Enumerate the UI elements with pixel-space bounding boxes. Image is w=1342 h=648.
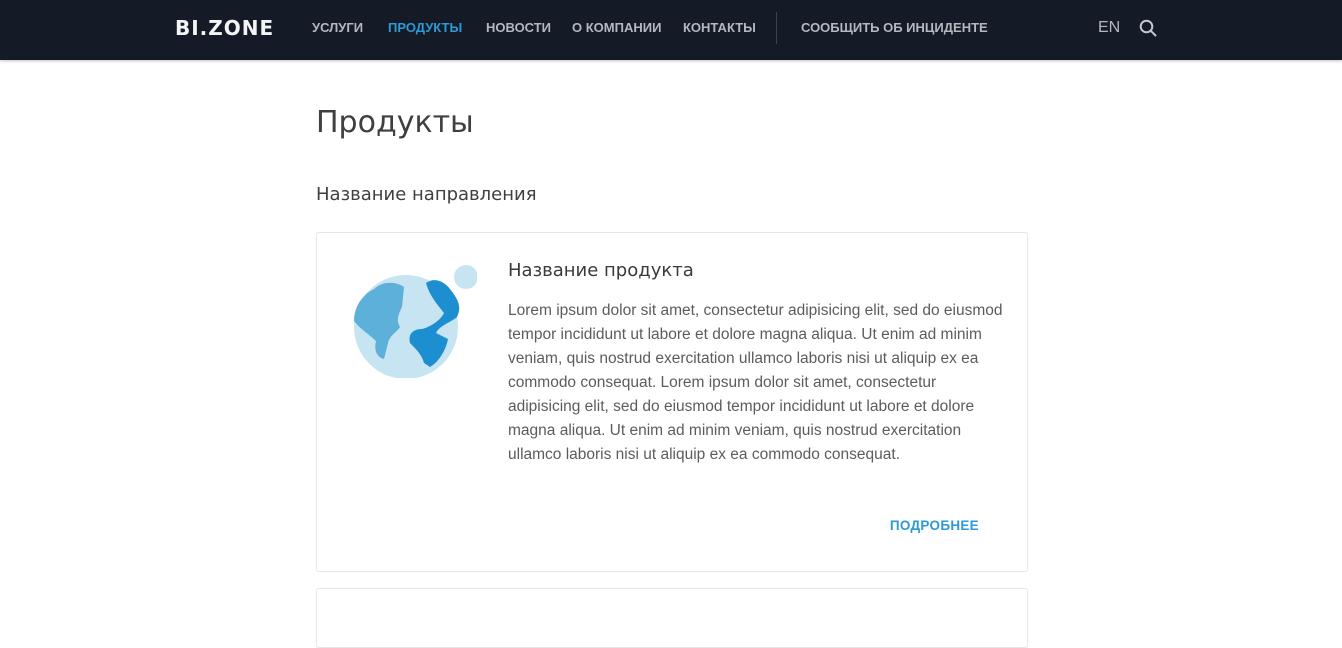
nav-item-about[interactable]: О КОМПАНИИ [572,20,661,36]
search-icon[interactable] [1139,19,1157,37]
page-title: Продукты [316,105,474,140]
product-title: Название продукта [508,260,694,281]
logo[interactable]: BI.ZONE [175,16,274,40]
product-card-next [316,588,1028,648]
more-link[interactable]: ПОДРОБНЕЕ [890,518,979,533]
nav-item-contacts[interactable]: КОНТАКТЫ [683,20,756,36]
nav-divider [776,12,777,44]
language-switch[interactable]: EN [1098,19,1120,37]
nav-item-news[interactable]: НОВОСТИ [486,20,551,36]
report-incident-link[interactable]: СООБЩИТЬ ОБ ИНЦИДЕНТЕ [801,20,988,36]
nav-item-services[interactable]: УСЛУГИ [312,20,363,36]
product-card: Название продукта Lorem ipsum dolor sit … [316,232,1028,572]
globe-icon [352,263,478,379]
top-navbar: BI.ZONE УСЛУГИ ПРОДУКТЫ НОВОСТИ О КОМПАН… [0,0,1342,60]
product-description: Lorem ipsum dolor sit amet, consectetur … [508,302,1003,463]
section-title: Название направления [316,184,537,205]
nav-item-products[interactable]: ПРОДУКТЫ [388,20,462,36]
